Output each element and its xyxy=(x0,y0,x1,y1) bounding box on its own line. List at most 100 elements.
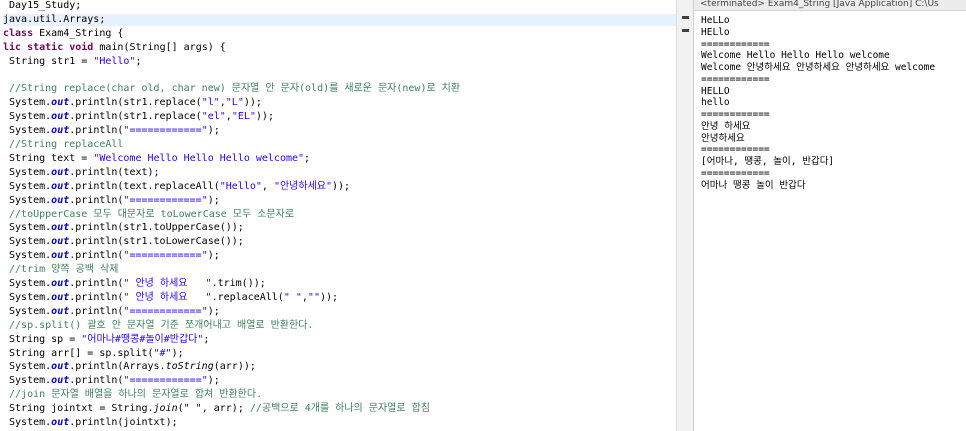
code-token: //String replaceAll xyxy=(3,139,124,150)
code-line[interactable]: //toUpperCase 모두 대문자로 toLowerCase 모두 소문자… xyxy=(3,209,294,221)
code-token: System. xyxy=(3,361,52,373)
code-token: ); xyxy=(207,250,220,262)
console-line: ============ xyxy=(701,38,770,50)
code-token: .println(str1.replace( xyxy=(69,97,202,109)
code-line[interactable]: //trim 양쪽 공백 삭제 xyxy=(3,264,118,276)
code-token: "안녕하세요" xyxy=(273,180,332,192)
code-line[interactable]: System.out.println("============"); xyxy=(3,375,220,387)
code-line[interactable]: System.out.println("============"); xyxy=(3,125,220,137)
code-line[interactable]: System.out.println(str1.replace("l","L")… xyxy=(3,97,262,109)
code-token: out xyxy=(51,361,70,373)
code-token: .println( xyxy=(69,250,124,262)
code-token: String jointxt = String. xyxy=(3,403,154,415)
code-token: " " xyxy=(283,291,302,303)
code-line[interactable]: String arr[] = sp.split("#"); xyxy=(3,348,184,360)
code-line[interactable]: System.out.println(" 안녕 하세요 ".replaceAll… xyxy=(3,292,338,304)
code-line[interactable]: System.out.println(jointxt); xyxy=(3,417,178,429)
code-token: lic xyxy=(3,41,22,53)
code-token: "el" xyxy=(201,111,226,123)
code-line[interactable]: System.out.println(str1.toUpperCase()); xyxy=(3,222,244,234)
code-token: Exam4_String { xyxy=(33,27,124,39)
console-line: Welcome 안녕하세요 안녕하세요 안녕하세요 welcome xyxy=(701,62,936,73)
pane-divider[interactable] xyxy=(676,0,694,431)
console-line: 안녕하세요 xyxy=(701,132,745,144)
code-token: .println(jointxt); xyxy=(69,417,178,428)
code-token: String str1 = xyxy=(3,55,94,67)
code-token: out xyxy=(51,125,70,137)
code-token: out xyxy=(51,97,70,109)
code-token: out xyxy=(51,180,70,192)
code-token: System. xyxy=(3,305,52,317)
code-token: out xyxy=(51,305,70,317)
code-token: System. xyxy=(3,222,52,234)
code-token: java.util.Arrays; xyxy=(3,13,106,25)
code-token: void xyxy=(69,41,94,53)
console-line: HeLLo xyxy=(701,15,730,26)
code-token: , xyxy=(261,180,274,192)
console-line: ============ xyxy=(701,109,770,120)
code-line[interactable]: //join 문자열 배열을 하나의 문자열로 합쳐 반환한다. xyxy=(3,389,262,401)
console-view[interactable]: <terminated> Exam4_String [Java Applicat… xyxy=(694,0,966,431)
code-token: (arr)); xyxy=(213,361,256,373)
code-token: toString xyxy=(165,361,214,373)
code-line[interactable]: System.out.println(str1.replace("el","EL… xyxy=(3,111,274,123)
code-token: .println( xyxy=(69,375,124,387)
code-token: out xyxy=(51,250,70,262)
code-token: Day15_Study; xyxy=(3,0,82,11)
code-line[interactable]: Day15_Study; xyxy=(3,0,81,12)
code-line[interactable]: System.out.println("============"); xyxy=(3,250,220,262)
code-token: .println( xyxy=(69,291,124,303)
code-token: .println(str1.toLowerCase()); xyxy=(69,236,244,248)
console-line: 안녕 하세요 xyxy=(701,120,751,132)
code-token: System. xyxy=(3,166,52,178)
code-token: .println( xyxy=(69,125,124,137)
code-line[interactable]: System.out.println(str1.toLowerCase()); xyxy=(3,236,244,248)
maximize-icon[interactable] xyxy=(682,29,689,32)
code-token: "============" xyxy=(123,305,208,317)
code-line[interactable]: String str1 = "Hello"; xyxy=(3,55,142,68)
code-token: //trim 양쪽 공백 삭제 xyxy=(3,264,119,276)
code-line[interactable]: System.out.println(text); xyxy=(3,167,160,179)
code-token: "" xyxy=(307,291,320,303)
code-token: .replaceAll( xyxy=(211,291,284,303)
code-token: out xyxy=(51,166,70,178)
console-line: ============ xyxy=(701,144,770,156)
code-token: ; xyxy=(203,333,210,345)
code-token: "#" xyxy=(153,347,172,359)
console-line: ============ xyxy=(701,73,770,85)
console-line: HELlo xyxy=(701,26,730,38)
code-token: String sp = xyxy=(3,333,82,345)
code-token: "EL" xyxy=(231,111,256,123)
code-line[interactable]: String jointxt = String.join(" ", arr); … xyxy=(3,403,430,415)
code-token: //toUpperCase 모두 대문자로 toLowerCase 모두 소문자… xyxy=(3,208,295,220)
code-line[interactable]: String sp = "어마나#땡콩#놀이#반갑다"; xyxy=(3,334,209,346)
code-token: System. xyxy=(3,180,52,192)
code-line[interactable]: lic static void main(String[] args) { xyxy=(3,42,226,54)
code-line[interactable]: System.out.println(" 안녕 하세요 ".trim()); xyxy=(3,278,266,290)
code-token: .trim()); xyxy=(211,278,266,289)
code-line[interactable]: String text = "Welcome Hello Hello Hello… xyxy=(3,153,310,165)
code-token: ); xyxy=(207,305,220,317)
code-editor[interactable]: Day15_Study; java.util.Arrays; class Exam4… xyxy=(0,0,676,431)
code-token: .println(Arrays. xyxy=(69,361,166,373)
code-token: "Hello" xyxy=(93,55,136,67)
minimize-icon[interactable] xyxy=(682,16,689,19)
code-token: ); xyxy=(207,125,220,137)
code-line[interactable]: System.out.println(text.replaceAll("Hell… xyxy=(3,181,350,193)
code-line[interactable]: class Exam4_String { xyxy=(3,28,123,40)
code-line[interactable]: System.out.println("============"); xyxy=(3,306,220,318)
code-line[interactable]: System.out.println(Arrays.toString(arr))… xyxy=(3,361,256,373)
code-token: "============" xyxy=(123,250,208,262)
code-token: ; xyxy=(135,55,142,67)
code-token: static xyxy=(27,41,64,53)
code-token: (" ", arr); xyxy=(177,403,250,415)
code-token: //String replace(char old, char new) 문자열… xyxy=(3,83,461,95)
code-line[interactable]: //String replaceAll xyxy=(3,139,123,151)
code-token: out xyxy=(51,222,70,234)
code-token: .println( xyxy=(69,194,124,206)
code-line[interactable]: java.util.Arrays; xyxy=(3,13,676,26)
code-token: System. xyxy=(3,97,52,109)
code-line[interactable]: System.out.println("============"); xyxy=(3,195,220,207)
code-line[interactable]: //String replace(char old, char new) 문자열… xyxy=(3,83,460,95)
code-line[interactable]: //sp.split() 괄호 안 문자열 기준 쪼개어내고 배열로 반환한다. xyxy=(3,320,313,332)
